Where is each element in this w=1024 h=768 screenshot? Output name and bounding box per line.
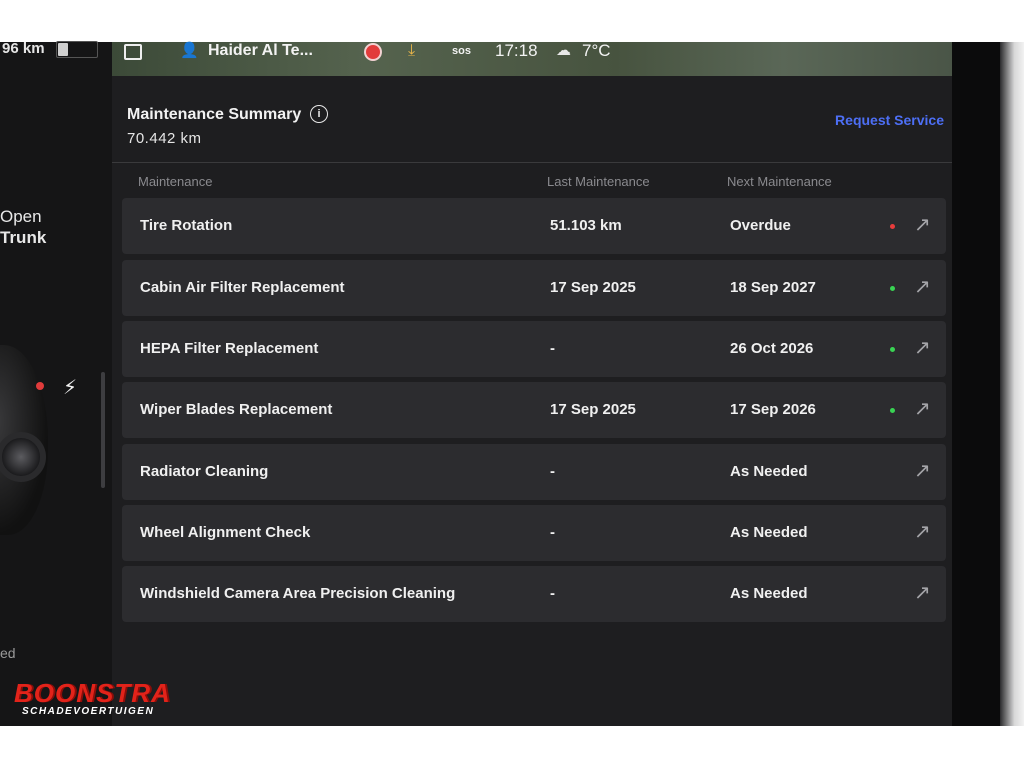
watermark-brand: BOONSTRA [14, 678, 171, 708]
car-panel: 96 km Open Trunk ⚡ ed [0, 40, 112, 726]
driver-profile-name[interactable]: Haider Al Te... [208, 42, 313, 60]
table-row[interactable]: Cabin Air Filter Replacement 17 Sep 2025 1… [122, 260, 946, 316]
battery-level-icon [58, 43, 68, 56]
maintenance-item-name: Tire Rotation [140, 217, 233, 234]
next-maintenance-value: 26 Oct 2026 [730, 340, 814, 357]
table-row[interactable]: Wheel Alignment Check - As Needed ↗ [122, 505, 946, 561]
lightning-bolt-icon[interactable]: ⚡ [63, 375, 77, 400]
maintenance-item-name: Wheel Alignment Check [140, 524, 311, 541]
status-dot-icon [890, 224, 895, 229]
status-dot-icon [890, 408, 895, 413]
next-maintenance-value: As Needed [730, 463, 808, 480]
column-header-next: Next Maintenance [727, 174, 832, 189]
header-divider [112, 162, 952, 163]
person-icon[interactable]: 👤 [180, 42, 199, 60]
open-details-arrow-icon[interactable]: ↗ [914, 335, 931, 360]
maintenance-item-name: Windshield Camera Area Precision Cleanin… [140, 585, 456, 602]
next-maintenance-value: As Needed [730, 585, 808, 602]
odometer-value: 70.442 km [127, 130, 202, 147]
last-maintenance-value: - [550, 340, 555, 357]
open-details-arrow-icon[interactable]: ↗ [914, 519, 931, 544]
next-maintenance-value: 17 Sep 2026 [730, 401, 816, 418]
range-readout: 96 km [2, 40, 45, 57]
last-maintenance-value: 51.103 km [550, 217, 622, 234]
next-maintenance-value: 18 Sep 2027 [730, 279, 816, 296]
next-maintenance-value: Overdue [730, 217, 791, 234]
status-fragment: ed [0, 645, 16, 661]
maintenance-item-name: Wiper Blades Replacement [140, 401, 333, 418]
last-maintenance-value: - [550, 585, 555, 602]
column-header-last: Last Maintenance [547, 174, 650, 189]
last-maintenance-value: 17 Sep 2025 [550, 279, 636, 296]
table-row[interactable]: Wiper Blades Replacement 17 Sep 2025 17 Se… [122, 382, 946, 438]
sos-icon[interactable]: sos [452, 42, 471, 60]
charge-port-icon[interactable] [36, 382, 44, 390]
status-bar: 👤 Haider Al Te... ⤓ sos 17:18 ☁ 7°C [112, 42, 952, 76]
open-trunk-label-line1: Open [0, 207, 42, 226]
open-details-arrow-icon[interactable]: ↗ [914, 396, 931, 421]
maintenance-item-name: HEPA Filter Replacement [140, 340, 319, 357]
info-icon[interactable]: i [310, 105, 328, 123]
last-maintenance-value: - [550, 463, 555, 480]
panel-scrollbar[interactable] [101, 372, 105, 488]
open-details-arrow-icon[interactable]: ↗ [914, 580, 931, 605]
screen-edge [1000, 42, 1024, 726]
lock-icon[interactable] [124, 44, 142, 60]
request-service-button[interactable]: Request Service [835, 112, 944, 128]
outside-temperature: 7°C [582, 41, 611, 60]
next-maintenance-value: As Needed [730, 524, 808, 541]
cloud-icon: ☁ [556, 42, 571, 59]
table-row[interactable]: Radiator Cleaning - As Needed ↗ [122, 444, 946, 500]
open-trunk-label-line2: Trunk [0, 228, 47, 247]
open-details-arrow-icon[interactable]: ↗ [914, 274, 931, 299]
maintenance-item-name: Radiator Cleaning [140, 463, 269, 480]
last-maintenance-value: - [550, 524, 555, 541]
open-details-arrow-icon[interactable]: ↗ [914, 458, 931, 483]
column-header-maintenance: Maintenance [138, 174, 213, 189]
record-icon[interactable] [364, 43, 382, 61]
page-title: Maintenance Summary [127, 106, 302, 123]
open-details-arrow-icon[interactable]: ↗ [914, 212, 931, 237]
open-trunk-button[interactable]: Open Trunk [0, 206, 46, 248]
clock-time: 17:18 [495, 41, 538, 60]
table-row[interactable]: Windshield Camera Area Precision Cleanin… [122, 566, 946, 622]
download-icon[interactable]: ⤓ [408, 42, 415, 60]
maintenance-item-name: Cabin Air Filter Replacement [140, 279, 345, 296]
status-dot-icon [890, 347, 895, 352]
last-maintenance-value: 17 Sep 2025 [550, 401, 636, 418]
watermark-sub: SCHADEVOERTUIGEN [22, 706, 155, 717]
status-dot-icon [890, 286, 895, 291]
dealer-watermark: BOONSTRA SCHADEVOERTUIGEN [14, 678, 171, 717]
maintenance-panel: Maintenance Summary i 70.442 km Request … [112, 76, 952, 726]
table-row[interactable]: Tire Rotation 51.103 km Overdue ↗ [122, 198, 946, 254]
table-row[interactable]: HEPA Filter Replacement - 26 Oct 2026 ↗ [122, 321, 946, 377]
